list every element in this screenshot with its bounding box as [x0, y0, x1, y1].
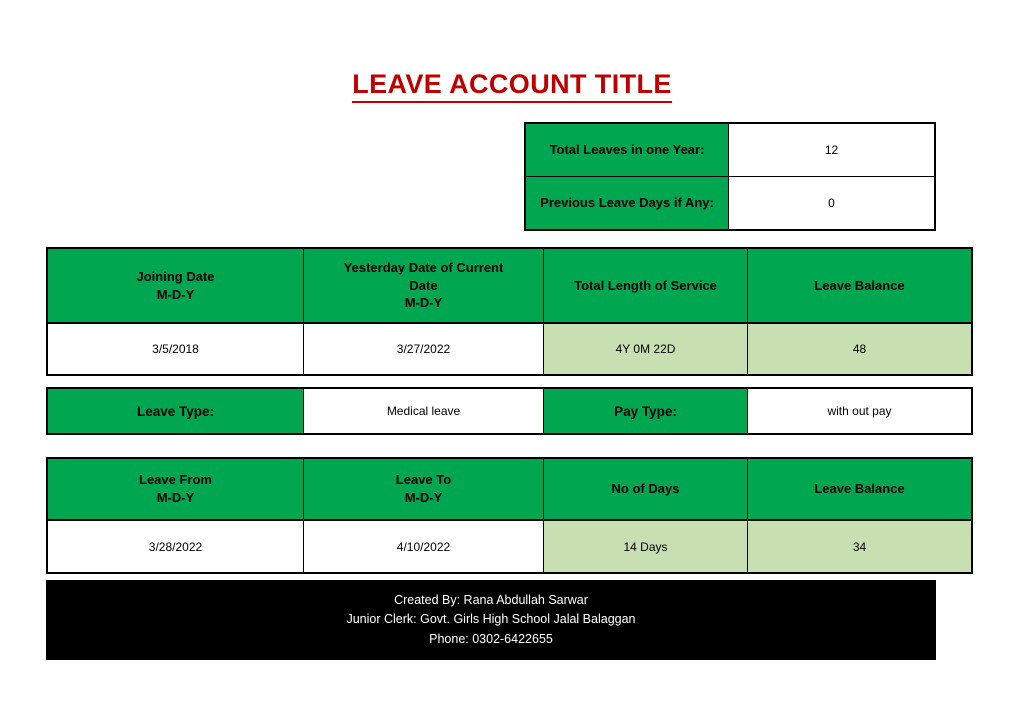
table-row: Total Leaves in one Year: 12: [524, 122, 936, 177]
header-leave-balance: Leave Balance: [747, 247, 973, 324]
table-row: Leave Type: Medical leave Pay Type: with…: [46, 387, 973, 435]
previous-leave-days-label: Previous Leave Days if Any:: [524, 176, 729, 231]
header-joining-date-line2: M-D-Y: [156, 286, 195, 302]
leave-to-value[interactable]: 4/10/2022: [303, 519, 544, 574]
header-leave-from-line1: Leave From: [139, 472, 212, 488]
leave-type-value[interactable]: Medical leave: [303, 387, 544, 435]
header-leave-from: Leave From M-D-Y: [46, 457, 304, 521]
footer-phone: Phone: 0302-6422655: [429, 631, 553, 646]
header-yesterday-date-line1: Yesterday Date of Current: [343, 260, 504, 276]
spreadsheet-canvas: LEAVE ACCOUNT TITLE Total Leaves in one …: [0, 0, 1024, 721]
header-leave-to-line1: Leave To: [395, 472, 452, 488]
header-leave-to-line2: M-D-Y: [404, 490, 443, 505]
header-leave-to: Leave To M-D-Y: [303, 457, 544, 521]
service-summary-table: Joining Date M-D-Y Yesterday Date of Cur…: [46, 247, 973, 376]
leave-type-table: Leave Type: Medical leave Pay Type: with…: [46, 387, 973, 435]
table-row: 3/5/2018 3/27/2022 4Y 0M 22D 48: [46, 322, 973, 376]
total-leaves-value[interactable]: 12: [728, 122, 936, 177]
no-of-days-value: 14 Days: [543, 519, 748, 574]
total-leaves-label: Total Leaves in one Year:: [524, 122, 729, 177]
pay-type-value[interactable]: with out pay: [747, 387, 973, 435]
header-leave-balance-after: Leave Balance: [747, 457, 973, 521]
header-total-length-of-service: Total Length of Service: [543, 247, 748, 324]
leave-period-table: Leave From M-D-Y Leave To M-D-Y No of Da…: [46, 457, 973, 574]
footer-credit-block: Created By: Rana Abdullah Sarwar Junior …: [46, 580, 936, 660]
joining-date-value[interactable]: 3/5/2018: [46, 322, 304, 376]
page-title: LEAVE ACCOUNT TITLE: [352, 69, 672, 103]
total-length-of-service-value: 4Y 0M 22D: [543, 322, 748, 376]
table-header-row: Joining Date M-D-Y Yesterday Date of Cur…: [46, 247, 973, 324]
summary-table: Total Leaves in one Year: 12 Previous Le…: [524, 122, 936, 231]
header-joining-date-line1: Joining Date: [136, 268, 215, 284]
page-title-container: LEAVE ACCOUNT TITLE: [0, 69, 1024, 103]
leave-from-value[interactable]: 3/28/2022: [46, 519, 304, 574]
previous-leave-days-value[interactable]: 0: [728, 176, 936, 231]
footer-designation: Junior Clerk: Govt. Girls High School Ja…: [346, 612, 636, 627]
table-row: 3/28/2022 4/10/2022 14 Days 34: [46, 519, 973, 574]
header-yesterday-date: Yesterday Date of Current Date M-D-Y: [303, 247, 544, 324]
header-leave-from-line2: M-D-Y: [156, 490, 195, 505]
leave-balance-after-value: 34: [747, 519, 973, 574]
leave-type-label: Leave Type:: [46, 387, 304, 435]
header-no-of-days: No of Days: [543, 457, 748, 521]
header-joining-date: Joining Date M-D-Y: [46, 247, 304, 324]
table-header-row: Leave From M-D-Y Leave To M-D-Y No of Da…: [46, 457, 973, 521]
footer-created-by: Created By: Rana Abdullah Sarwar: [394, 592, 588, 607]
table-row: Previous Leave Days if Any: 0: [524, 176, 936, 231]
leave-balance-value: 48: [747, 322, 973, 376]
yesterday-date-value[interactable]: 3/27/2022: [303, 322, 544, 376]
pay-type-label: Pay Type:: [543, 387, 748, 435]
header-yesterday-date-line2: Date: [409, 277, 438, 293]
header-yesterday-date-line3: M-D-Y: [404, 295, 443, 311]
